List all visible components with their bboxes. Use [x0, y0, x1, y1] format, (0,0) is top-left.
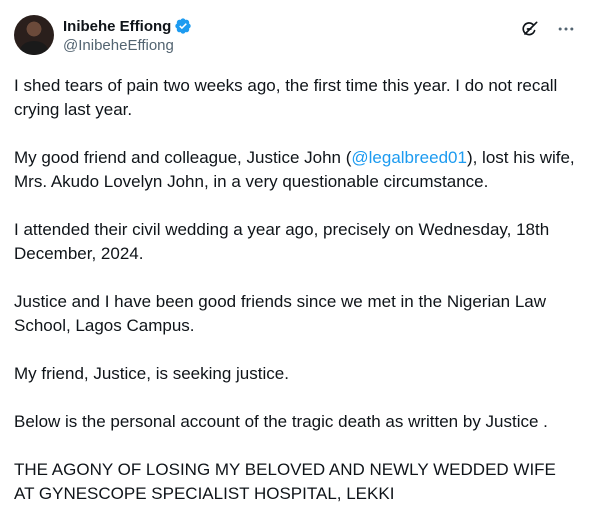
tweet-paragraph: My good friend and colleague, Justice Jo… [14, 146, 579, 194]
verified-badge-icon[interactable] [174, 17, 192, 35]
name-row: Inibehe Effiong [63, 16, 192, 36]
tweet-text: I shed tears of pain two weeks ago, the … [14, 74, 579, 506]
header-actions [519, 18, 577, 40]
tweet-paragraph: Below is the personal account of the tra… [14, 412, 548, 431]
tweet-paragraph: Justice and I have been good friends sin… [14, 292, 547, 335]
author-display-name[interactable]: Inibehe Effiong [63, 18, 171, 35]
tweet-header: Inibehe Effiong @InibeheEffiong [14, 15, 579, 59]
tweet-paragraph: My friend, Justice, is seeking justice. [14, 364, 289, 383]
author-handle[interactable]: @InibeheEffiong [63, 36, 192, 56]
author-info: Inibehe Effiong @InibeheEffiong [63, 16, 192, 56]
tweet: Inibehe Effiong @InibeheEffiong I shed t… [0, 0, 593, 523]
avatar[interactable] [14, 15, 54, 55]
tweet-paragraph: I shed tears of pain two weeks ago, the … [14, 76, 558, 119]
tweet-text-segment: My good friend and colleague, Justice Jo… [14, 148, 352, 167]
tweet-paragraph: THE AGONY OF LOSING MY BELOVED AND NEWLY… [14, 460, 556, 503]
tweet-paragraph: I attended their civil wedding a year ag… [14, 220, 550, 263]
more-icon[interactable] [555, 18, 577, 40]
grok-icon[interactable] [519, 18, 541, 40]
mention-link[interactable]: @legalbreed01 [351, 148, 467, 167]
